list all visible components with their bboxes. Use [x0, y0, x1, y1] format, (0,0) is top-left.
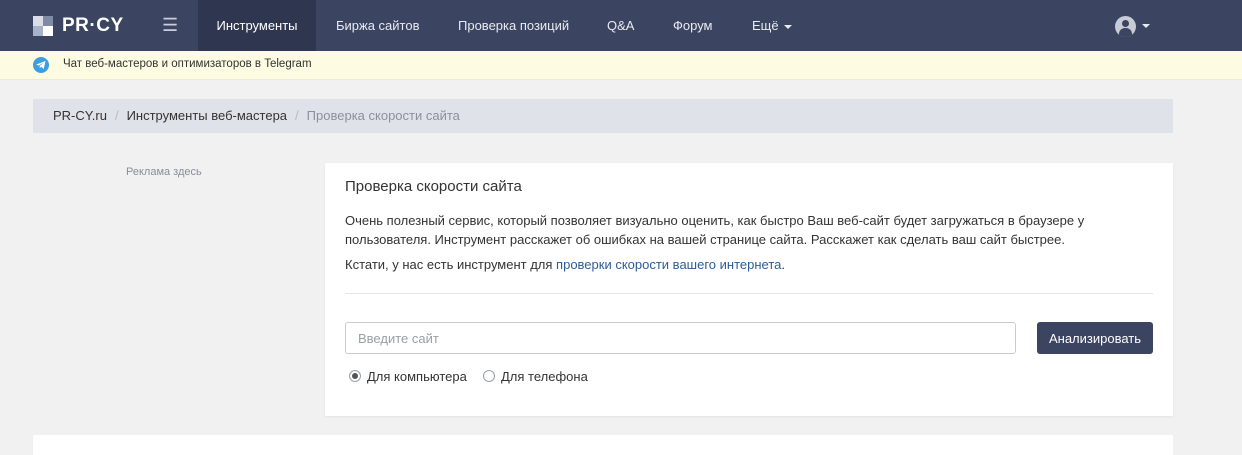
- chevron-down-icon: [783, 24, 792, 29]
- internet-speed-note: Кстати, у нас есть инструмент для провер…: [345, 257, 785, 272]
- breadcrumb-separator: /: [295, 108, 299, 123]
- note-prefix: Кстати, у нас есть инструмент для: [345, 257, 557, 272]
- internet-speed-link[interactable]: проверки скорости вашего интернета: [556, 257, 781, 272]
- nav-item-qa[interactable]: Q&A: [607, 0, 634, 51]
- site-url-input[interactable]: [345, 322, 1016, 354]
- breadcrumb-home[interactable]: PR-CY.ru: [53, 108, 107, 123]
- analyze-button[interactable]: Анализировать: [1037, 322, 1153, 354]
- nav-item-sites-exchange[interactable]: Биржа сайтов: [336, 0, 420, 51]
- nav-item-position-check[interactable]: Проверка позиций: [458, 0, 569, 51]
- telegram-icon[interactable]: [33, 57, 49, 73]
- breadcrumb-separator: /: [114, 108, 119, 123]
- nav-item-tools[interactable]: Инструменты: [198, 0, 316, 51]
- ad-placeholder[interactable]: Реклама здесь: [126, 166, 202, 178]
- nav-item-label: Инструменты: [216, 18, 298, 33]
- nav-item-forum[interactable]: Форум: [673, 0, 713, 51]
- divider: [345, 293, 1153, 294]
- next-section-card: [33, 435, 1173, 455]
- logo-text: PR·CY: [62, 15, 124, 36]
- breadcrumb-current: Проверка скорости сайта: [306, 108, 460, 123]
- nav-item-label: Проверка позиций: [458, 18, 570, 33]
- user-avatar-icon: [1115, 15, 1136, 37]
- nav-item-label: Ещё: [752, 18, 779, 33]
- nav-item-label: Биржа сайтов: [336, 18, 420, 33]
- radio-mobile-label: Для телефона: [501, 368, 588, 384]
- breadcrumb: PR-CY.ru / Инструменты веб-мастера / Проверк…: [33, 99, 1173, 133]
- page-description: Очень полезный сервис, который позволяет…: [345, 213, 1085, 247]
- device-option-desktop[interactable]: Для компьютера: [349, 367, 467, 385]
- pr-cy-logo-icon: [33, 16, 53, 36]
- breadcrumb-tools[interactable]: Инструменты веб-мастера: [127, 108, 287, 123]
- page-title: Проверка скорости сайта: [345, 178, 522, 195]
- radio-mobile[interactable]: [483, 370, 495, 382]
- user-menu[interactable]: [1115, 15, 1150, 37]
- nav-item-label: Форум: [673, 18, 713, 33]
- radio-desktop[interactable]: [349, 370, 361, 382]
- chevron-down-icon: [1142, 24, 1150, 28]
- site-logo[interactable]: PR·CY: [33, 15, 124, 37]
- note-suffix: .: [781, 257, 785, 272]
- radio-desktop-label: Для компьютера: [367, 368, 467, 384]
- nav-item-more[interactable]: Ещё: [752, 0, 792, 51]
- device-option-mobile[interactable]: Для телефона: [483, 367, 588, 385]
- hamburger-icon[interactable]: ☰: [162, 15, 178, 35]
- telegram-chat-link[interactable]: Чат веб-мастеров и оптимизаторов в Teleg…: [63, 58, 312, 70]
- nav-item-label: Q&A: [607, 18, 635, 33]
